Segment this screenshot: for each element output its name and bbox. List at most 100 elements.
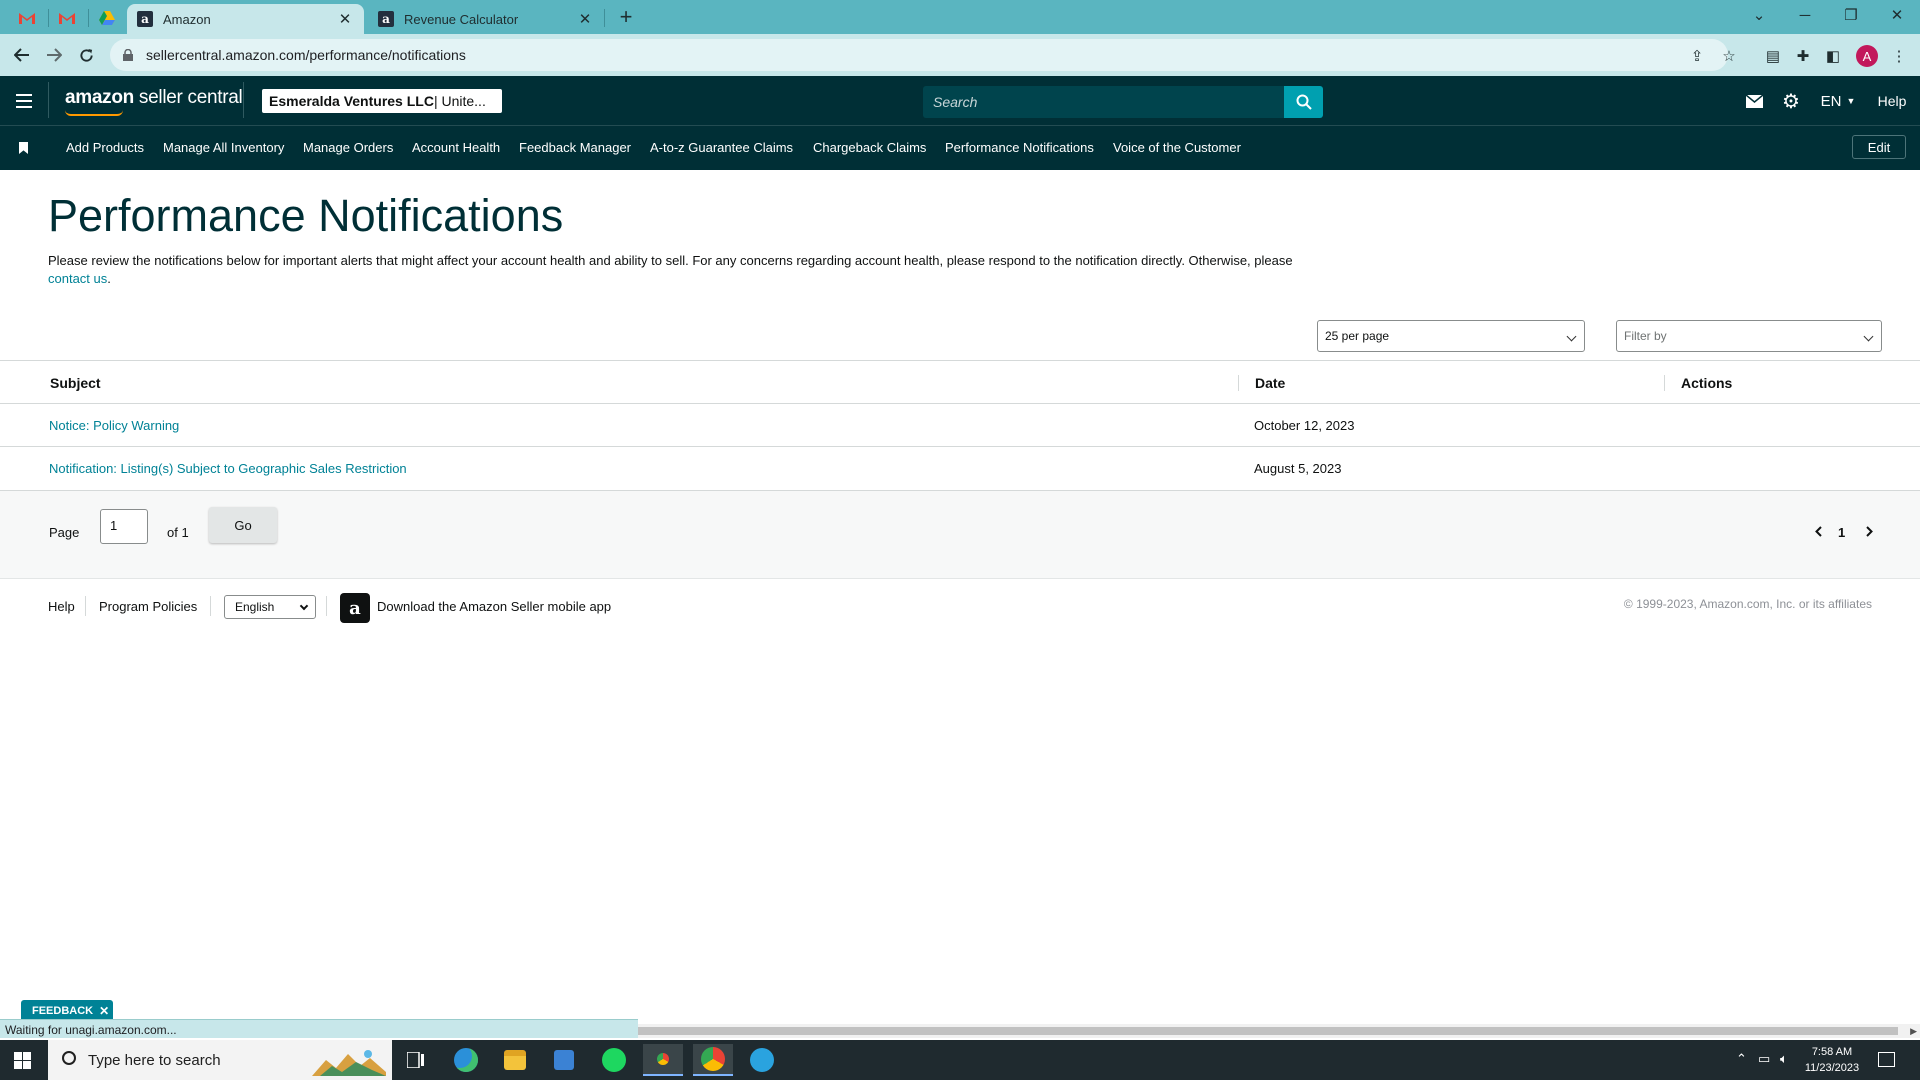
notifications-table: Subject Date Actions Notice: Policy Warn… (0, 360, 1920, 491)
edit-nav-button[interactable]: Edit (1852, 135, 1906, 159)
extension-off-icon[interactable]: ▤ (1760, 45, 1786, 67)
notification-subject-link[interactable]: Notice: Policy Warning (49, 418, 179, 433)
tab-amazon[interactable]: a Amazon ✕ (127, 4, 364, 34)
feedback-tab[interactable]: FEEDBACK ✕ (21, 1000, 113, 1021)
notification-center-icon[interactable] (1878, 1052, 1895, 1067)
footer-program-policies-link[interactable]: Program Policies (99, 599, 197, 614)
browser-tabstrip: a Amazon ✕ a Revenue Calculator ✕ + ⌄ ─ … (0, 0, 1920, 34)
scrollbar-thumb[interactable] (638, 1027, 1898, 1035)
telegram-icon[interactable] (742, 1044, 782, 1076)
taskbar-search-box[interactable]: Type here to search (48, 1040, 392, 1080)
gmail-pinned-tab[interactable] (8, 5, 46, 31)
volume-icon[interactable]: 🔈︎ (1780, 1051, 1788, 1067)
gmail-pinned-tab[interactable] (48, 5, 86, 31)
browser-menu-icon[interactable]: ⋮ (1886, 45, 1912, 67)
file-explorer-icon[interactable] (495, 1044, 535, 1076)
close-window-button[interactable]: ✕ (1874, 0, 1920, 30)
gmail-icon (19, 13, 35, 24)
go-button[interactable]: Go (209, 507, 277, 543)
mail-icon[interactable] (1744, 90, 1764, 112)
share-icon[interactable]: ⇪ (1684, 45, 1710, 67)
nav-chargeback-claims[interactable]: Chargeback Claims (813, 140, 926, 155)
notification-date: October 12, 2023 (1254, 418, 1355, 433)
side-panel-icon[interactable]: ◧ (1820, 45, 1846, 67)
scroll-right-icon[interactable]: ▶ (1910, 1026, 1917, 1037)
bookmark-icon[interactable] (19, 142, 28, 154)
contact-us-link[interactable]: contact us (48, 271, 107, 286)
bookmarks-nav-bar: Add Products Manage All Inventory Manage… (0, 125, 1920, 170)
next-page-icon[interactable] (1865, 525, 1873, 540)
tray-chevron-icon[interactable]: ⌃ (1736, 1051, 1747, 1067)
drive-pinned-tab[interactable] (88, 5, 126, 31)
hamburger-menu-icon[interactable] (10, 88, 38, 114)
restore-button[interactable]: ❐ (1828, 0, 1874, 30)
task-view-icon[interactable] (396, 1044, 436, 1076)
per-page-select[interactable]: 25 per page (1317, 320, 1585, 352)
back-button[interactable] (8, 42, 36, 68)
reload-button[interactable] (72, 42, 100, 68)
forward-arrow-icon (47, 48, 62, 62)
horizontal-scrollbar[interactable]: ▶ (638, 1024, 1920, 1038)
bookmark-star-icon[interactable]: ☆ (1716, 45, 1742, 67)
system-clock[interactable]: 7:58 AM 11/23/2023 (1800, 1044, 1864, 1076)
tab-search-chevron-icon[interactable]: ⌄ (1736, 0, 1782, 30)
description-text: Please review the notifications below fo… (48, 253, 1293, 268)
nav-account-health[interactable]: Account Health (412, 140, 500, 155)
windows-start-icon[interactable] (14, 1052, 31, 1069)
notification-subject-link[interactable]: Notification: Listing(s) Subject to Geog… (49, 461, 407, 476)
amazon-seller-app-icon[interactable]: a (340, 593, 370, 623)
profile-avatar[interactable]: A (1856, 45, 1878, 67)
language-selector[interactable]: EN ▼ (1818, 90, 1858, 112)
filter-by-select[interactable]: Filter by (1616, 320, 1882, 352)
search-icon (62, 1051, 76, 1065)
new-tab-button[interactable]: + (612, 5, 640, 29)
address-bar[interactable]: sellercentral.amazon.com/performance/not… (110, 39, 1728, 71)
page-label: Page (49, 525, 80, 540)
network-icon[interactable]: ▭ (1758, 1051, 1770, 1067)
tab-close-icon[interactable]: ✕ (336, 10, 354, 28)
edge-icon[interactable] (446, 1044, 486, 1076)
spotify-icon[interactable] (594, 1044, 634, 1076)
nav-a-to-z-claims[interactable]: A-to-z Guarantee Claims (650, 140, 793, 155)
account-region: | Unite... (433, 93, 486, 109)
search-icon (1296, 94, 1312, 110)
tab-title: Revenue Calculator (404, 11, 519, 27)
forward-button[interactable] (40, 42, 68, 68)
seller-search-input[interactable]: Search (923, 86, 1284, 118)
extensions-puzzle-icon[interactable]: ✚ (1790, 45, 1816, 67)
nav-manage-orders[interactable]: Manage Orders (303, 140, 393, 155)
nav-performance-notifications[interactable]: Performance Notifications (945, 140, 1094, 155)
footer-language-select[interactable]: English (224, 595, 316, 619)
windows-taskbar: Type here to search ⌃ ▭ 🔈︎ 7:58 AM 11/23… (0, 1040, 1920, 1080)
table-row: Notice: Policy Warning October 12, 2023 (0, 404, 1920, 447)
chrome-profile-icon[interactable] (693, 1044, 733, 1076)
current-page-number[interactable]: 1 (1838, 525, 1845, 540)
account-switcher[interactable]: Esmeralda Ventures LLC | Unite... (262, 89, 502, 113)
search-button[interactable] (1284, 86, 1323, 118)
footer-divider (326, 596, 327, 616)
tab-close-icon[interactable]: ✕ (576, 10, 594, 28)
tab-revenue-calculator[interactable]: a Revenue Calculator ✕ (368, 4, 604, 34)
microsoft-store-icon[interactable] (544, 1044, 584, 1076)
download-app-link[interactable]: Download the Amazon Seller mobile app (377, 599, 611, 614)
nav-add-products[interactable]: Add Products (66, 140, 144, 155)
seller-central-logo[interactable]: amazon seller central (65, 87, 243, 116)
nav-feedback-manager[interactable]: Feedback Manager (519, 140, 631, 155)
minimize-button[interactable]: ─ (1782, 0, 1828, 30)
page-number-input[interactable]: 1 (100, 509, 148, 544)
nav-voice-of-the-customer[interactable]: Voice of the Customer (1113, 140, 1241, 155)
page-footer: Help Program Policies English a Download… (0, 590, 1920, 630)
settings-gear-icon[interactable]: ⚙ (1780, 90, 1802, 113)
previous-page-icon[interactable] (1815, 525, 1823, 540)
column-divider (1238, 375, 1239, 391)
footer-help-link[interactable]: Help (48, 599, 75, 614)
chrome-icon[interactable] (643, 1044, 683, 1076)
clock-date: 11/23/2023 (1804, 1062, 1860, 1074)
lock-icon (123, 49, 133, 61)
close-icon[interactable]: ✕ (99, 1004, 109, 1018)
help-link[interactable]: Help (1874, 90, 1910, 112)
table-row: Notification: Listing(s) Subject to Geog… (0, 447, 1920, 490)
amazon-smile-icon (65, 110, 123, 116)
nav-manage-all-inventory[interactable]: Manage All Inventory (163, 140, 284, 155)
footer-divider (210, 596, 211, 616)
